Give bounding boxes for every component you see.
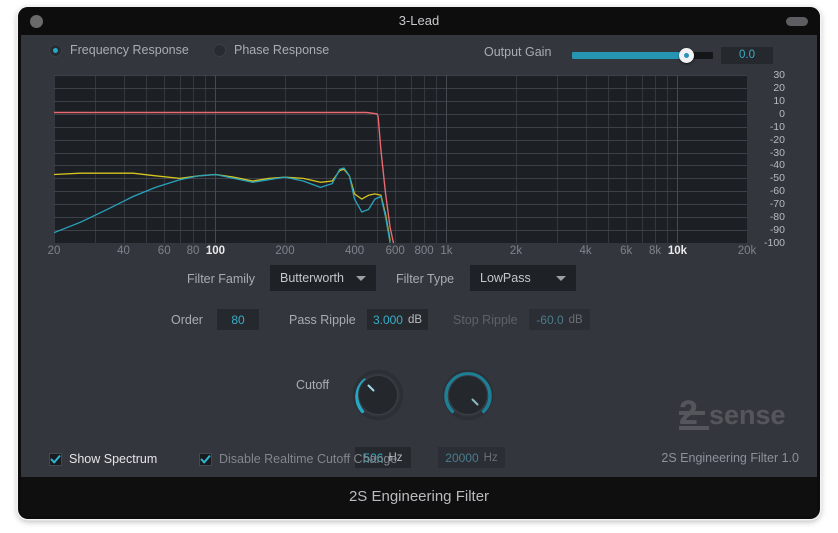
- frequency-tick-label: 1k: [440, 245, 453, 257]
- frequency-tick-label: 40: [117, 245, 130, 257]
- stop-ripple-field[interactable]: -60.0 dB: [529, 309, 590, 330]
- frequency-tick-label: 80: [186, 245, 200, 257]
- order-value: 80: [231, 312, 245, 327]
- frequency-tick-label: 8k: [648, 245, 662, 257]
- window-title: 3-Lead: [398, 13, 440, 28]
- db-tick-label: 20: [773, 81, 785, 94]
- frequency-tick-label: 400: [344, 245, 365, 257]
- db-tick-label: -90: [769, 224, 785, 237]
- stop-ripple-label: Stop Ripple: [453, 313, 518, 327]
- cutoff-high-knob[interactable]: [442, 369, 494, 421]
- filter-family-value: Butterworth: [280, 271, 344, 285]
- checkbox-disable-realtime-cutoff[interactable]: Disable Realtime Cutoff Change: [199, 452, 397, 466]
- svg-text:sense: sense: [709, 400, 786, 430]
- frequency-tick-label: 800: [414, 245, 434, 257]
- plugin-window: 3-Lead Frequency Response Phase Response…: [18, 7, 820, 519]
- output-gain-value[interactable]: 0.0: [721, 47, 773, 64]
- response-graph[interactable]: [54, 75, 747, 243]
- chevron-down-icon: [556, 276, 566, 281]
- db-tick-label: 0: [779, 107, 785, 120]
- radio-frequency-response-label: Frequency Response: [70, 43, 189, 57]
- radio-frequency-response[interactable]: Frequency Response: [49, 43, 189, 57]
- db-tick-label: -20: [769, 133, 785, 146]
- stop-ripple-value: -60.0: [536, 312, 564, 327]
- filter-family-label: Filter Family: [187, 272, 256, 286]
- pass-ripple-label: Pass Ripple: [289, 313, 356, 327]
- output-gain-slider[interactable]: [572, 48, 713, 63]
- filter-family-dropdown[interactable]: Butterworth: [270, 265, 376, 291]
- frequency-tick-label: 600: [385, 245, 405, 257]
- filter-type-label: Filter Type: [396, 272, 455, 286]
- options-row: Show Spectrum Disable Realtime Cutoff Ch…: [21, 443, 817, 477]
- db-tick-label: 10: [773, 94, 785, 107]
- order-label: Order: [171, 313, 203, 327]
- pass-ripple-unit: dB: [407, 313, 423, 326]
- frequency-tick-label: 20: [47, 245, 61, 257]
- radio-phase-response-label: Phase Response: [234, 43, 330, 57]
- checkbox-checked-icon: [49, 452, 62, 466]
- cutoff-low-knob[interactable]: [352, 369, 404, 421]
- db-axis: 30 20 10 0 -10 -20 -30 -40 -50 -60 -70 -80 -90 -100: [751, 69, 785, 251]
- radio-phase-response[interactable]: Phase Response: [213, 43, 329, 57]
- frequency-tick-label: 200: [275, 245, 295, 257]
- frequency-tick-label: 2k: [509, 245, 523, 257]
- order-field[interactable]: 80: [217, 309, 259, 330]
- chevron-down-icon: [356, 276, 366, 281]
- db-tick-label: 30: [773, 69, 785, 81]
- frequency-tick-label: 60: [157, 245, 171, 257]
- frequency-tick-label: 6k: [620, 245, 633, 257]
- frequency-axis: 20 40 60 80 100 200 400 600 800 1k 2k 4k 6k 8k 10k 20k: [48, 245, 782, 263]
- response-graph-area: 30 20 10 0 -10 -20 -30 -40 -50 -60 -70 -80 -90 -100 2…: [48, 70, 785, 257]
- frequency-tick-label: 20k: [737, 245, 757, 257]
- plugin-panel: Frequency Response Phase Response Output…: [21, 35, 817, 477]
- db-tick-label: -40: [769, 159, 785, 172]
- output-gain-thumb[interactable]: [679, 48, 694, 63]
- frequency-tick-label: 10k: [667, 245, 688, 257]
- cutoff-label: Cutoff: [296, 378, 330, 392]
- output-gain-label: Output Gain: [484, 45, 552, 59]
- stop-ripple-unit: dB: [568, 313, 583, 326]
- plugin-footer-title: 2S Engineering Filter: [21, 477, 817, 516]
- checkbox-checked-icon: [199, 452, 212, 466]
- db-tick-label: -30: [769, 146, 785, 159]
- window-minimize-icon[interactable]: [786, 17, 808, 26]
- db-tick-label: -10: [769, 120, 785, 133]
- output-gain-fill: [572, 52, 687, 59]
- top-control-row: Frequency Response Phase Response Output…: [21, 35, 817, 69]
- db-tick-label: -80: [769, 211, 785, 224]
- 2sense-logo-icon: 2 sense: [679, 393, 799, 435]
- screenshot-root: 3-Lead Frequency Response Phase Response…: [0, 0, 838, 533]
- response-graph-canvas: [54, 75, 747, 243]
- checkbox-show-spectrum-label: Show Spectrum: [69, 452, 158, 466]
- window-titlebar[interactable]: 3-Lead: [18, 7, 820, 35]
- pass-ripple-value: 3.000: [372, 312, 403, 327]
- db-tick-label: -60: [769, 185, 785, 198]
- checkbox-show-spectrum[interactable]: Show Spectrum: [49, 452, 157, 466]
- filter-type-dropdown[interactable]: LowPass: [470, 265, 576, 291]
- radio-unselected-icon: [213, 43, 226, 57]
- frequency-tick-label: 4k: [579, 245, 592, 257]
- frequency-tick-label: 100: [205, 245, 226, 257]
- pass-ripple-field[interactable]: 3.000 dB: [367, 309, 428, 330]
- db-tick-label: -50: [769, 172, 785, 185]
- checkbox-disable-realtime-cutoff-label: Disable Realtime Cutoff Change: [219, 452, 398, 466]
- filter-type-value: LowPass: [480, 271, 531, 285]
- db-tick-label: -70: [769, 198, 785, 211]
- radio-selected-icon: [49, 43, 62, 57]
